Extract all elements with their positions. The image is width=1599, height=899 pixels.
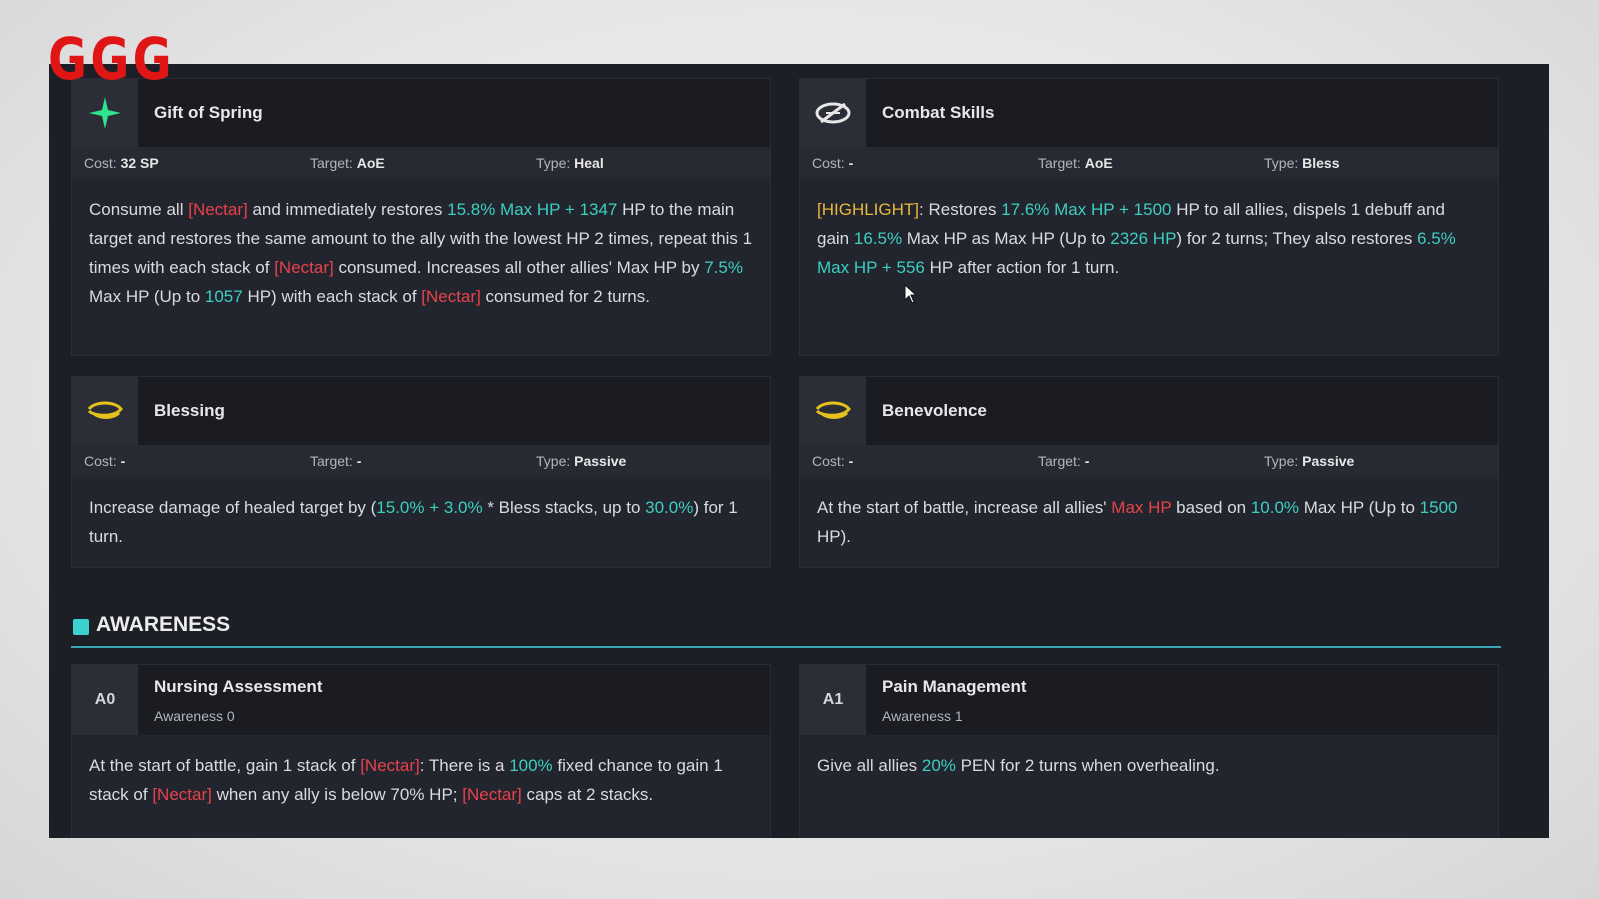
highlighted-term: 15.0% + 3.0% — [376, 498, 483, 517]
skill-title: Blessing — [154, 401, 225, 420]
description-text: * Bless stacks, up to — [482, 498, 646, 517]
yellow-loop-icon — [72, 377, 138, 445]
description-text: PEN for 2 turns when overhealing. — [955, 756, 1220, 775]
awareness-title: Nursing Assessment — [154, 677, 323, 696]
highlighted-term: 1500 — [1419, 498, 1458, 517]
skill-description: Consume all [Nectar] and immediately res… — [89, 195, 753, 311]
cost-field: Cost: - — [812, 453, 854, 469]
description-text: and immediately restores — [247, 200, 448, 219]
awareness-subtitle: Awareness 1 — [882, 708, 963, 724]
awareness-description: Give all allies 20% PEN for 2 turns when… — [817, 751, 1481, 780]
skill-card-benevolence: Benevolence Cost: - Target: - Type: Pass… — [799, 376, 1499, 568]
awareness-tag: A0 — [72, 665, 138, 735]
description-text: consumed for 2 turns. — [480, 287, 650, 306]
highlighted-term: [Nectar] — [274, 258, 334, 277]
highlighted-term: 20% — [921, 756, 956, 775]
highlighted-term: 1057 — [204, 287, 243, 306]
awareness-card-header: A1 Pain Management Awareness 1 — [800, 665, 1498, 735]
skill-card-gift-of-spring: Gift of Spring Cost: 32 SP Target: AoE T… — [71, 78, 771, 356]
description-text: At the start of battle, gain 1 stack of — [89, 756, 361, 775]
cost-field: Cost: - — [84, 453, 126, 469]
awareness-description: At the start of battle, gain 1 stack of … — [89, 751, 753, 809]
skill-description: Increase damage of healed target by (15.… — [89, 493, 753, 551]
skills-panel: Gift of Spring Cost: 32 SP Target: AoE T… — [49, 64, 1549, 838]
description-text: Consume all — [89, 200, 189, 219]
type-field: Type: Passive — [1264, 453, 1355, 469]
highlighted-term: 15.8% Max HP + 1347 — [447, 200, 618, 219]
skill-card-header: Gift of Spring — [72, 79, 770, 147]
description-text: Max HP (Up to — [1299, 498, 1420, 517]
description-text: Give all allies — [817, 756, 922, 775]
description-text: Max HP as Max HP (Up to — [902, 229, 1111, 248]
skill-meta-row: Cost: - Target: AoE Type: Bless — [800, 147, 1498, 179]
description-text: when any ally is below 70% HP; — [211, 785, 463, 804]
description-text: HP after action for 1 turn. — [924, 258, 1120, 277]
yellow-loop-icon — [800, 377, 866, 445]
section-marker-icon — [73, 619, 89, 635]
skill-title: Benevolence — [882, 401, 987, 420]
highlighted-term: 10.0% — [1250, 498, 1300, 517]
cost-field: Cost: - — [812, 155, 854, 171]
target-field: Target: AoE — [310, 155, 385, 171]
highlighted-term: [HIGHLIGHT] — [817, 200, 920, 219]
description-text: Increase damage of healed target by ( — [89, 498, 377, 517]
section-title: AWARENESS — [96, 613, 231, 636]
highlighted-term: 17.6% Max HP + 1500 — [1001, 200, 1172, 219]
skill-card-combat-skills: Combat Skills Cost: - Target: AoE Type: … — [799, 78, 1499, 356]
skill-description: [HIGHLIGHT]: Restores 17.6% Max HP + 150… — [817, 195, 1481, 282]
awareness-tag: A1 — [800, 665, 866, 735]
awareness-subtitle: Awareness 0 — [154, 708, 235, 724]
skill-meta-row: Cost: - Target: - Type: Passive — [800, 445, 1498, 477]
skill-meta-row: Cost: 32 SP Target: AoE Type: Heal — [72, 147, 770, 179]
type-field: Type: Heal — [536, 155, 604, 171]
target-field: Target: - — [310, 453, 362, 469]
skill-card-blessing: Blessing Cost: - Target: - Type: Passive… — [71, 376, 771, 568]
description-text: HP) with each stack of — [242, 287, 422, 306]
description-text: At the start of battle, increase all all… — [817, 498, 1112, 517]
awareness-card-header: A0 Nursing Assessment Awareness 0 — [72, 665, 770, 735]
target-field: Target: AoE — [1038, 155, 1113, 171]
type-field: Type: Passive — [536, 453, 627, 469]
description-text: caps at 2 stacks. — [521, 785, 654, 804]
target-field: Target: - — [1038, 453, 1090, 469]
awareness-card-a0: A0 Nursing Assessment Awareness 0 At the… — [71, 664, 771, 838]
crossed-target-icon — [800, 79, 866, 147]
highlighted-term: 16.5% — [853, 229, 903, 248]
highlighted-term: 100% — [509, 756, 553, 775]
description-text: ) for 2 turns; They also restores — [1176, 229, 1418, 248]
highlighted-term: 30.0% — [645, 498, 694, 517]
highlighted-term: Max HP — [1111, 498, 1172, 517]
highlighted-term: [Nectar] — [462, 785, 522, 804]
awareness-title: Pain Management — [882, 677, 1027, 696]
awareness-section-header: AWARENESS — [71, 610, 1501, 648]
highlighted-term: [Nectar] — [152, 785, 212, 804]
cost-field: Cost: 32 SP — [84, 155, 159, 171]
highlighted-term: [Nectar] — [188, 200, 248, 219]
awareness-card-a1: A1 Pain Management Awareness 1 Give all … — [799, 664, 1499, 838]
skill-card-header: Benevolence — [800, 377, 1498, 445]
description-text: : Restores — [919, 200, 1002, 219]
watermark-logo: GGG — [48, 25, 175, 93]
skill-card-header: Combat Skills — [800, 79, 1498, 147]
description-text: Max HP (Up to — [89, 287, 205, 306]
highlighted-term: [Nectar] — [421, 287, 481, 306]
type-field: Type: Bless — [1264, 155, 1340, 171]
skill-description: At the start of battle, increase all all… — [817, 493, 1481, 551]
mouse-cursor-icon — [904, 283, 918, 309]
description-text: based on — [1171, 498, 1251, 517]
highlighted-term: [Nectar] — [360, 756, 420, 775]
skill-meta-row: Cost: - Target: - Type: Passive — [72, 445, 770, 477]
skill-card-header: Blessing — [72, 377, 770, 445]
description-text: HP). — [817, 527, 851, 546]
skill-title: Combat Skills — [882, 103, 995, 122]
description-text: consumed. Increases all other allies' Ma… — [333, 258, 705, 277]
description-text: : There is a — [419, 756, 510, 775]
highlighted-term: 7.5% — [704, 258, 743, 277]
highlighted-term: 2326 HP — [1110, 229, 1177, 248]
